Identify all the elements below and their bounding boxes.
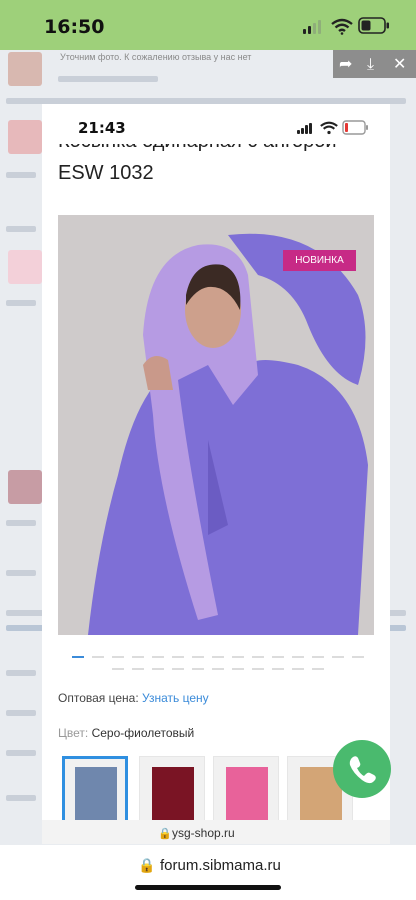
call-button[interactable] [333,740,391,798]
color-label: Цвет: [58,726,89,740]
home-indicator[interactable] [135,885,281,890]
close-icon[interactable]: ✕ [393,54,406,73]
battery-icon [358,17,389,34]
image-viewer-toolbar: ➦ ⤓ ✕ [333,50,416,78]
inner-status-time: 21:43 [78,119,126,137]
wifi-icon [331,18,353,35]
lock-icon: 🔒 [138,857,156,873]
new-badge: НОВИНКА [283,250,356,271]
model-photo [58,215,374,635]
share-icon[interactable]: ➦ [339,54,352,73]
color-swatch-burgundy[interactable] [139,756,205,826]
embedded-screenshot: Косынка одинарная с ангорой 21:43 ESW 10… [42,104,390,844]
browser-url[interactable]: forum.sibmama.ru [160,857,281,874]
signal-icon [303,20,325,34]
status-time: 16:50 [44,16,105,38]
color-swatch-grey-violet[interactable] [62,756,128,826]
color-swatch-pink[interactable] [213,756,279,826]
inner-wifi-icon [320,121,338,135]
image-pagination[interactable] [72,656,364,670]
phone-icon [349,756,376,784]
forum-avatar [8,52,42,86]
inner-url: ysg-shop.ru [172,826,235,840]
ask-price-link[interactable]: Узнать цену [142,691,209,705]
color-row: Цвет: Серо-фиолетовый [58,726,194,740]
wholesale-price: Оптовая цена: Узнать цену [58,691,209,705]
forum-reply-text: Уточним фото. К сожалению отзыва у нас н… [60,52,252,62]
product-image[interactable] [58,215,374,635]
inner-signal-icon [297,123,315,134]
wholesale-label: Оптовая цена: [58,691,139,705]
inner-lock-icon: 🔒 [158,828,172,840]
color-value: Серо-фиолетовый [91,726,195,740]
product-title-code: ESW 1032 [58,162,154,184]
download-icon[interactable]: ⤓ [367,54,374,74]
inner-battery-icon [342,120,368,135]
